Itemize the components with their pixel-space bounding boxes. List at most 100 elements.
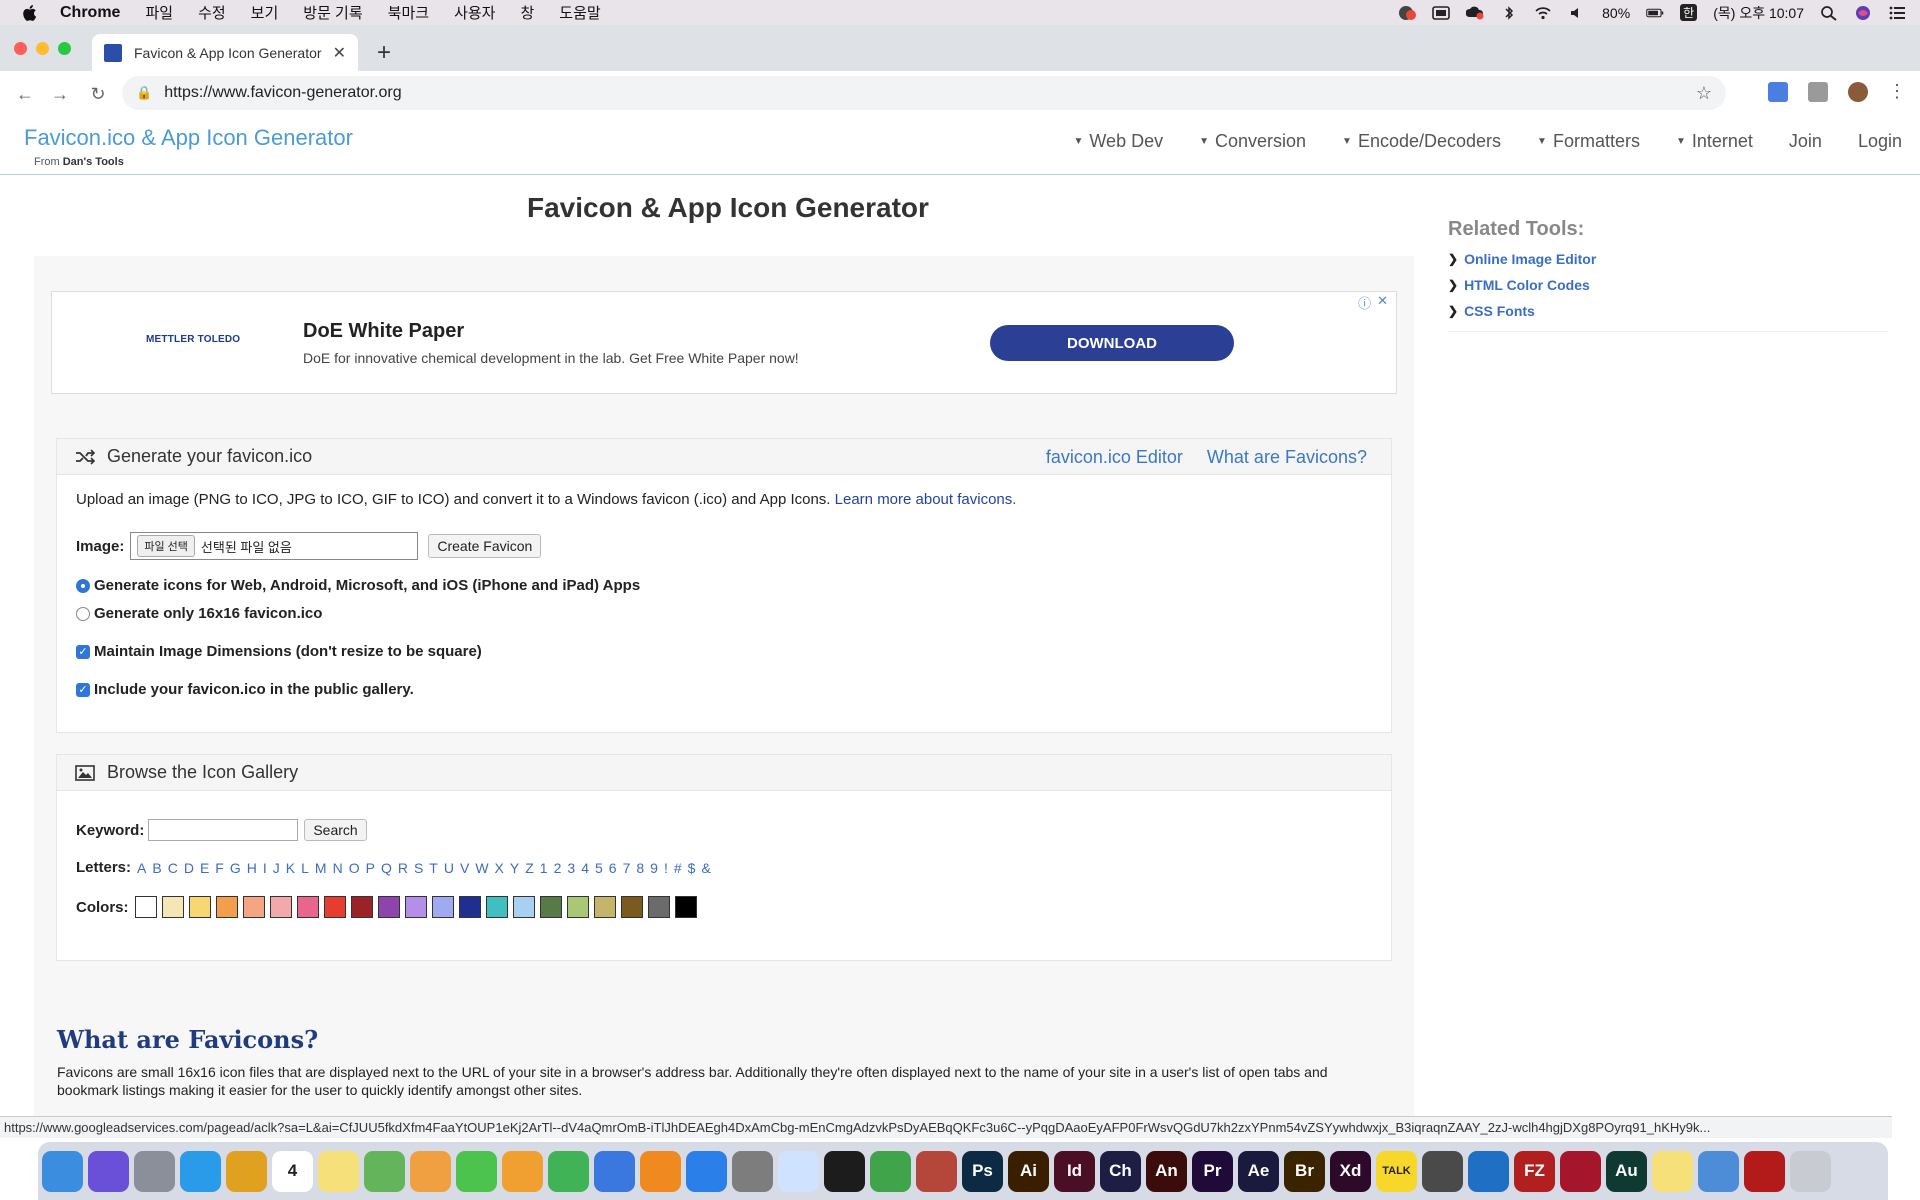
letter-link[interactable]: S xyxy=(414,860,423,876)
forward-arrow-icon[interactable]: → xyxy=(48,82,72,106)
letter-link[interactable]: U xyxy=(444,860,454,876)
letter-link[interactable]: D xyxy=(184,860,194,876)
color-swatch[interactable] xyxy=(674,896,697,918)
dock-audition-icon[interactable]: Au xyxy=(1606,1150,1647,1192)
color-swatch[interactable] xyxy=(404,896,427,918)
menu-app-name[interactable]: Chrome xyxy=(60,4,120,22)
ad-banner[interactable]: METTLER TOLEDO DoE White Paper DoE for i… xyxy=(51,291,1397,394)
dock-animate-icon[interactable]: An xyxy=(1146,1150,1187,1192)
option-16-label[interactable]: Generate only 16x16 favicon.ico xyxy=(94,605,322,622)
related-online-image-editor[interactable]: ❯ Online Image Editor xyxy=(1448,251,1888,267)
letter-link[interactable]: N xyxy=(333,860,343,876)
learn-more-link[interactable]: Learn more about favicons. xyxy=(835,491,1017,508)
create-favicon-button[interactable]: Create Favicon xyxy=(428,534,542,558)
public-gallery-checkbox[interactable]: ✓ xyxy=(76,682,90,697)
ad-download-button[interactable]: DOWNLOAD xyxy=(990,325,1234,361)
dock-premiere-icon[interactable]: Pr xyxy=(1192,1150,1233,1192)
color-swatch[interactable] xyxy=(647,896,670,918)
color-swatch[interactable] xyxy=(566,896,589,918)
letter-link[interactable]: P xyxy=(366,860,375,876)
public-gallery-label[interactable]: Include your favicon.ico in the public g… xyxy=(94,681,414,698)
color-swatch[interactable] xyxy=(161,896,184,918)
close-tab-icon[interactable]: ✕ xyxy=(333,43,346,63)
nav-conversion[interactable]: ▼ Conversion xyxy=(1199,131,1306,152)
menu-window[interactable]: 창 xyxy=(520,2,534,23)
gallery-opt-row[interactable]: ✓ Include your favicon.ico in the public… xyxy=(76,681,414,698)
option-16-row[interactable]: Generate only 16x16 favicon.ico xyxy=(76,605,322,622)
color-swatch[interactable] xyxy=(323,896,346,918)
letter-link[interactable]: M xyxy=(315,860,327,876)
letter-link[interactable]: A xyxy=(137,860,146,876)
minimize-window-button[interactable] xyxy=(36,42,49,55)
letter-link[interactable]: ! xyxy=(664,860,668,876)
color-swatch[interactable] xyxy=(188,896,211,918)
letter-link[interactable]: $ xyxy=(688,860,696,876)
related-link-label[interactable]: Online Image Editor xyxy=(1464,251,1596,267)
dock-trash-icon[interactable] xyxy=(1790,1150,1831,1192)
dock-books-icon[interactable] xyxy=(640,1150,681,1192)
profile-avatar[interactable] xyxy=(1848,81,1868,102)
ad-info-icon[interactable]: ⓘ xyxy=(1358,293,1371,312)
camera-extension-icon[interactable] xyxy=(1808,81,1828,102)
back-arrow-icon[interactable]: ← xyxy=(13,82,37,106)
display-icon[interactable] xyxy=(1432,5,1450,21)
related-html-color-codes[interactable]: ❯ HTML Color Codes xyxy=(1448,277,1888,293)
tab-favicon-generator[interactable]: Favicon & App Icon Generator ✕ xyxy=(92,34,358,71)
related-link-label[interactable]: HTML Color Codes xyxy=(1464,277,1590,293)
ad-headline[interactable]: DoE White Paper xyxy=(303,320,464,343)
letter-link[interactable]: L xyxy=(301,860,309,876)
notification-center-icon[interactable] xyxy=(1888,5,1906,21)
color-swatch[interactable] xyxy=(431,896,454,918)
dock-filezilla-icon[interactable]: FZ xyxy=(1514,1150,1555,1192)
dock-preview-icon[interactable] xyxy=(1698,1150,1739,1192)
color-swatch[interactable] xyxy=(620,896,643,918)
maintain-dimensions-label[interactable]: Maintain Image Dimensions (don't resize … xyxy=(94,643,482,660)
dock-vscode-icon[interactable] xyxy=(1468,1150,1509,1192)
related-css-fonts[interactable]: ❯ CSS Fonts xyxy=(1448,303,1888,319)
dock-after-effects-icon[interactable]: Ae xyxy=(1238,1150,1279,1192)
dock-numbers-icon[interactable] xyxy=(548,1150,589,1192)
letter-link[interactable]: C xyxy=(168,860,178,876)
letter-link[interactable]: 5 xyxy=(595,860,603,876)
color-swatch[interactable] xyxy=(215,896,238,918)
color-swatch[interactable] xyxy=(539,896,562,918)
letter-link[interactable]: R xyxy=(398,860,408,876)
letter-link[interactable]: E xyxy=(200,860,209,876)
menu-edit[interactable]: 수정 xyxy=(198,2,226,23)
letter-link[interactable]: 4 xyxy=(581,860,589,876)
dock-quicktime-icon[interactable] xyxy=(1422,1150,1463,1192)
dock-notes-icon[interactable] xyxy=(318,1150,359,1192)
dock-maps-icon[interactable] xyxy=(364,1150,405,1192)
letter-link[interactable]: V xyxy=(460,860,469,876)
color-swatch[interactable] xyxy=(593,896,616,918)
color-swatch[interactable] xyxy=(242,896,265,918)
keyword-input[interactable] xyxy=(148,819,299,841)
letter-link[interactable]: J xyxy=(273,860,280,876)
dock-photos-icon[interactable] xyxy=(410,1150,451,1192)
letter-link[interactable]: 7 xyxy=(623,860,631,876)
letter-link[interactable]: Y xyxy=(510,860,519,876)
new-tab-button[interactable]: + xyxy=(377,39,391,67)
lock-icon[interactable]: 🔒 xyxy=(136,85,152,101)
dock-character-animator-icon[interactable]: Ch xyxy=(1100,1150,1141,1192)
menubar-clock[interactable]: (목) 오후 10:07 xyxy=(1713,3,1804,23)
letter-link[interactable]: H xyxy=(247,860,257,876)
site-brand-link[interactable]: Favicon.ico & App Icon Generator xyxy=(24,125,353,151)
notification-badge-icon[interactable] xyxy=(1398,5,1417,21)
dock-safari-icon[interactable] xyxy=(180,1150,221,1192)
color-swatch[interactable] xyxy=(512,896,535,918)
letter-link[interactable]: 3 xyxy=(567,860,575,876)
letter-link[interactable]: 9 xyxy=(650,860,658,876)
letter-link[interactable]: 2 xyxy=(554,860,562,876)
color-swatch[interactable] xyxy=(350,896,373,918)
dock-affinity-icon[interactable] xyxy=(778,1150,819,1192)
menu-bookmarks[interactable]: 북마크 xyxy=(388,2,429,23)
ad-body[interactable]: DoE for innovative chemical development … xyxy=(303,350,799,366)
letter-link[interactable]: Q xyxy=(381,860,392,876)
zoom-window-button[interactable] xyxy=(58,42,71,55)
dock-siri-icon[interactable] xyxy=(88,1150,129,1192)
input-source-indicator[interactable]: 한 xyxy=(1680,4,1698,21)
maintain-dimensions-checkbox[interactable]: ✓ xyxy=(76,644,90,659)
color-swatch[interactable] xyxy=(485,896,508,918)
color-swatch[interactable] xyxy=(296,896,319,918)
